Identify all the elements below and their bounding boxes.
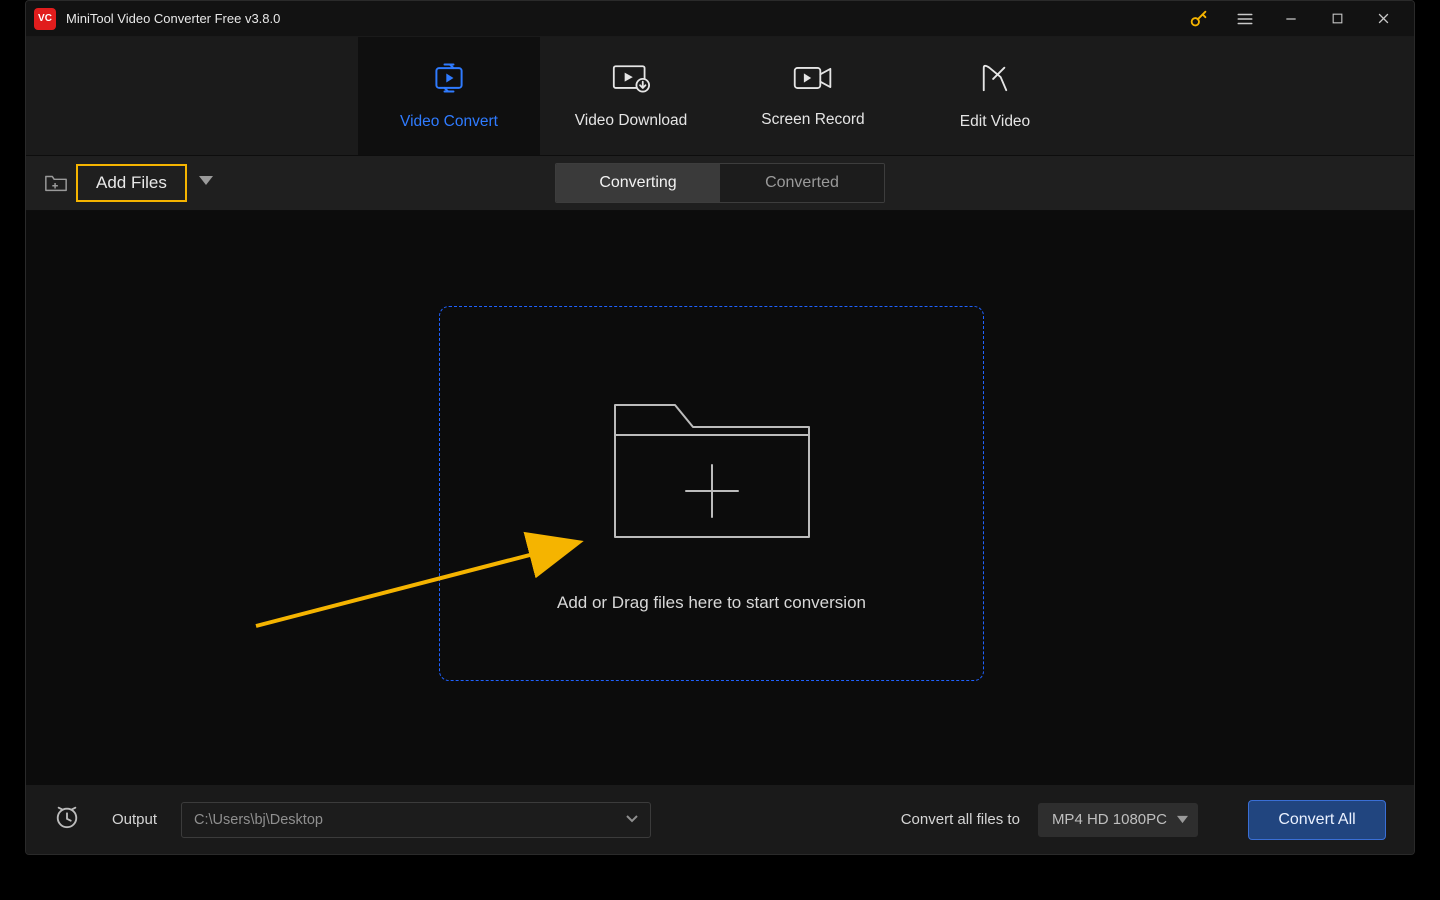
record-icon: [792, 64, 834, 97]
hamburger-menu-icon[interactable]: [1222, 1, 1268, 37]
segment-converting[interactable]: Converting: [556, 164, 720, 202]
nav-screen-record[interactable]: Screen Record: [722, 37, 904, 155]
output-path-select[interactable]: C:\Users\bj\Desktop: [181, 802, 651, 838]
add-files-dropdown-icon[interactable]: [199, 174, 213, 192]
close-button[interactable]: [1360, 1, 1406, 37]
app-window: VC MiniTool Video Converter Free v3.8.0: [25, 0, 1415, 855]
dropzone-hint: Add or Drag files here to start conversi…: [557, 593, 866, 613]
download-icon: [612, 63, 650, 98]
edit-icon: [980, 62, 1010, 99]
main-area: Add or Drag files here to start conversi…: [26, 211, 1414, 784]
dropzone[interactable]: Add or Drag files here to start conversi…: [439, 306, 984, 681]
convert-all-button[interactable]: Convert All: [1248, 800, 1386, 840]
nav-label: Video Download: [575, 112, 688, 130]
add-files-button[interactable]: Add Files: [76, 164, 187, 202]
minimize-button[interactable]: [1268, 1, 1314, 37]
nav-edit-video[interactable]: Edit Video: [904, 37, 1086, 155]
top-nav: Video Convert Video Download: [26, 37, 1414, 155]
app-logo: VC: [34, 8, 56, 30]
convert-all-files-to-label: Convert all files to: [901, 811, 1020, 828]
segment-converted[interactable]: Converted: [720, 164, 884, 202]
titlebar: VC MiniTool Video Converter Free v3.8.0: [26, 1, 1414, 37]
upgrade-key-icon[interactable]: [1176, 1, 1222, 37]
nav-label: Screen Record: [761, 111, 864, 129]
footer: Output C:\Users\bj\Desktop Convert all f…: [26, 784, 1414, 854]
chevron-down-icon: [626, 812, 638, 828]
output-label: Output: [112, 811, 157, 828]
status-segmented-control: Converting Converted: [555, 163, 885, 203]
output-path-value: C:\Users\bj\Desktop: [194, 812, 323, 828]
nav-label: Edit Video: [960, 113, 1030, 131]
nav-video-download[interactable]: Video Download: [540, 37, 722, 155]
output-format-value: MP4 HD 1080PC: [1052, 811, 1167, 828]
convert-icon: [431, 62, 467, 99]
folder-add-icon: [607, 375, 817, 555]
maximize-button[interactable]: [1314, 1, 1360, 37]
nav-video-convert[interactable]: Video Convert: [358, 37, 540, 155]
chevron-down-icon: [1177, 811, 1188, 828]
schedule-icon[interactable]: [54, 804, 80, 835]
add-folder-icon[interactable]: [44, 172, 68, 194]
app-title: MiniTool Video Converter Free v3.8.0: [66, 11, 280, 26]
output-format-select[interactable]: MP4 HD 1080PC: [1038, 803, 1198, 837]
toolbar: Add Files Converting Converted: [26, 155, 1414, 211]
nav-label: Video Convert: [400, 113, 498, 131]
